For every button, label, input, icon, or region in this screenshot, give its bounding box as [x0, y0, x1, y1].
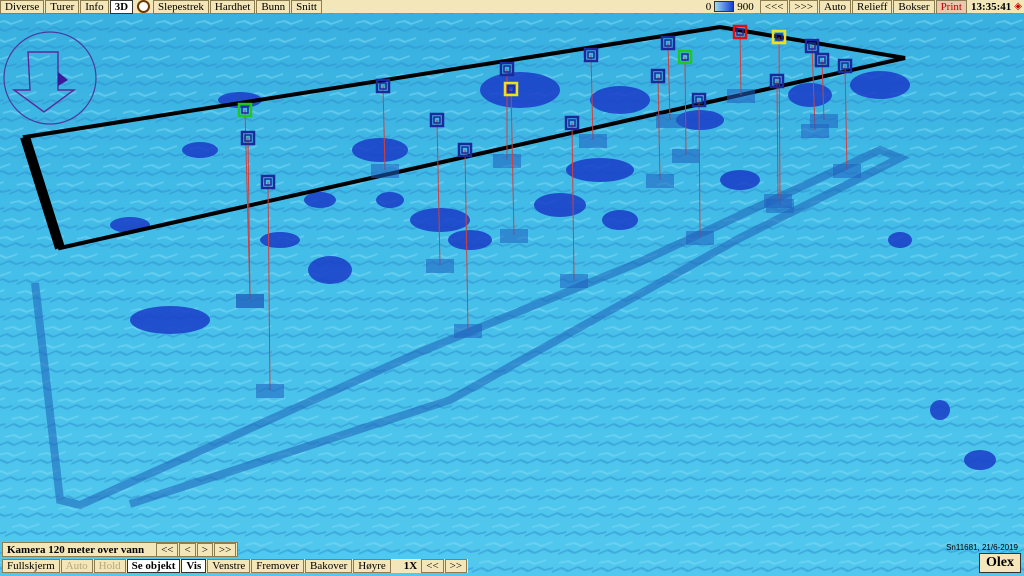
gps-status-icon: ◈ [1014, 1, 1022, 12]
relieff-button[interactable]: Relieff [852, 0, 893, 14]
camera-rewind-button[interactable]: << [156, 542, 179, 557]
camera-label: Kamera 120 meter over vann [7, 543, 145, 556]
vis-button[interactable]: Vis [181, 559, 207, 573]
deep-patch [352, 138, 408, 162]
toolbar-3d-button[interactable]: 3D [109, 0, 134, 14]
back-fast-button[interactable]: <<< [759, 0, 789, 14]
camera-forward-button[interactable]: > [196, 542, 213, 557]
deep-patch [590, 86, 650, 114]
3d-seabed-view[interactable] [0, 0, 1024, 576]
olex-logo[interactable]: Olex [979, 553, 1021, 573]
høyre-button[interactable]: Høyre [353, 559, 391, 573]
toolbar-info-button[interactable]: Info [80, 0, 109, 14]
bottom-toolbar: Fullskjerm Auto Hold Se objekt Vis Venstre Fre… [2, 559, 469, 573]
deep-patch [602, 210, 638, 230]
camera-fast-forward-button[interactable]: >> [213, 542, 237, 557]
bakover-button[interactable]: Bakover [305, 559, 353, 573]
toolbar-bunn-button[interactable]: Bunn [256, 0, 291, 14]
toolbar-snitt-button[interactable]: Snitt [291, 0, 322, 14]
deep-patch [130, 306, 210, 334]
deep-patch [566, 158, 634, 182]
deep-patch [788, 83, 832, 107]
camera-bar: Kamera 120 meter over vann << < > >> [2, 542, 239, 557]
serial-date-stamp: Sn11681, 21/6-2019 [946, 543, 1018, 552]
clock: 13:35:41 [970, 0, 1012, 13]
deep-patch [304, 192, 336, 208]
speed-label: 1X [403, 560, 418, 572]
deep-patch [534, 193, 586, 217]
toolbar-diverse-button[interactable]: Diverse [0, 0, 45, 14]
bokser-button[interactable]: Bokser [893, 0, 935, 14]
toolbar-turer-button[interactable]: Turer [45, 0, 80, 14]
auto-button[interactable]: Auto [60, 559, 93, 573]
deep-patch [308, 256, 352, 284]
depth-min: 0 [705, 0, 712, 13]
speed-up-button[interactable]: >> [444, 559, 468, 573]
deep-patch [850, 71, 910, 99]
deep-patch [260, 232, 300, 248]
speed-down-button[interactable]: << [421, 559, 444, 573]
deep-patch [376, 192, 404, 208]
depth-max: 900 [737, 0, 754, 13]
deep-patch [720, 170, 760, 190]
se-objekt-button[interactable]: Se objekt [126, 559, 181, 573]
depth-scale: 0 900 [706, 1, 754, 13]
forward-fast-button[interactable]: >>> [789, 0, 819, 14]
deep-patch [480, 72, 560, 108]
toolbar-hardhet-button[interactable]: Hardhet [209, 0, 256, 14]
deep-patch [964, 450, 996, 470]
top-toolbar: Diverse Turer Info 3D Slepestrek Hardhet Bunn S… [0, 0, 1024, 14]
camera-back-button[interactable]: < [179, 542, 196, 557]
deep-patch [410, 208, 470, 232]
print-button[interactable]: Print [935, 0, 967, 14]
toolbar-slepestrek-button[interactable]: Slepestrek [153, 0, 209, 14]
deep-patch [448, 230, 492, 250]
fremover-button[interactable]: Fremover [251, 559, 305, 573]
target-circle-icon[interactable] [137, 0, 151, 13]
depth-gradient-icon [714, 1, 735, 12]
hold-button[interactable]: Hold [93, 559, 126, 573]
deep-patch [888, 232, 912, 248]
fullskjerm-button[interactable]: Fullskjerm [2, 559, 60, 573]
venstre-button[interactable]: Venstre [207, 559, 251, 573]
deep-patch [182, 142, 218, 158]
deep-patch [930, 400, 950, 420]
auto-button[interactable]: Auto [819, 0, 852, 14]
